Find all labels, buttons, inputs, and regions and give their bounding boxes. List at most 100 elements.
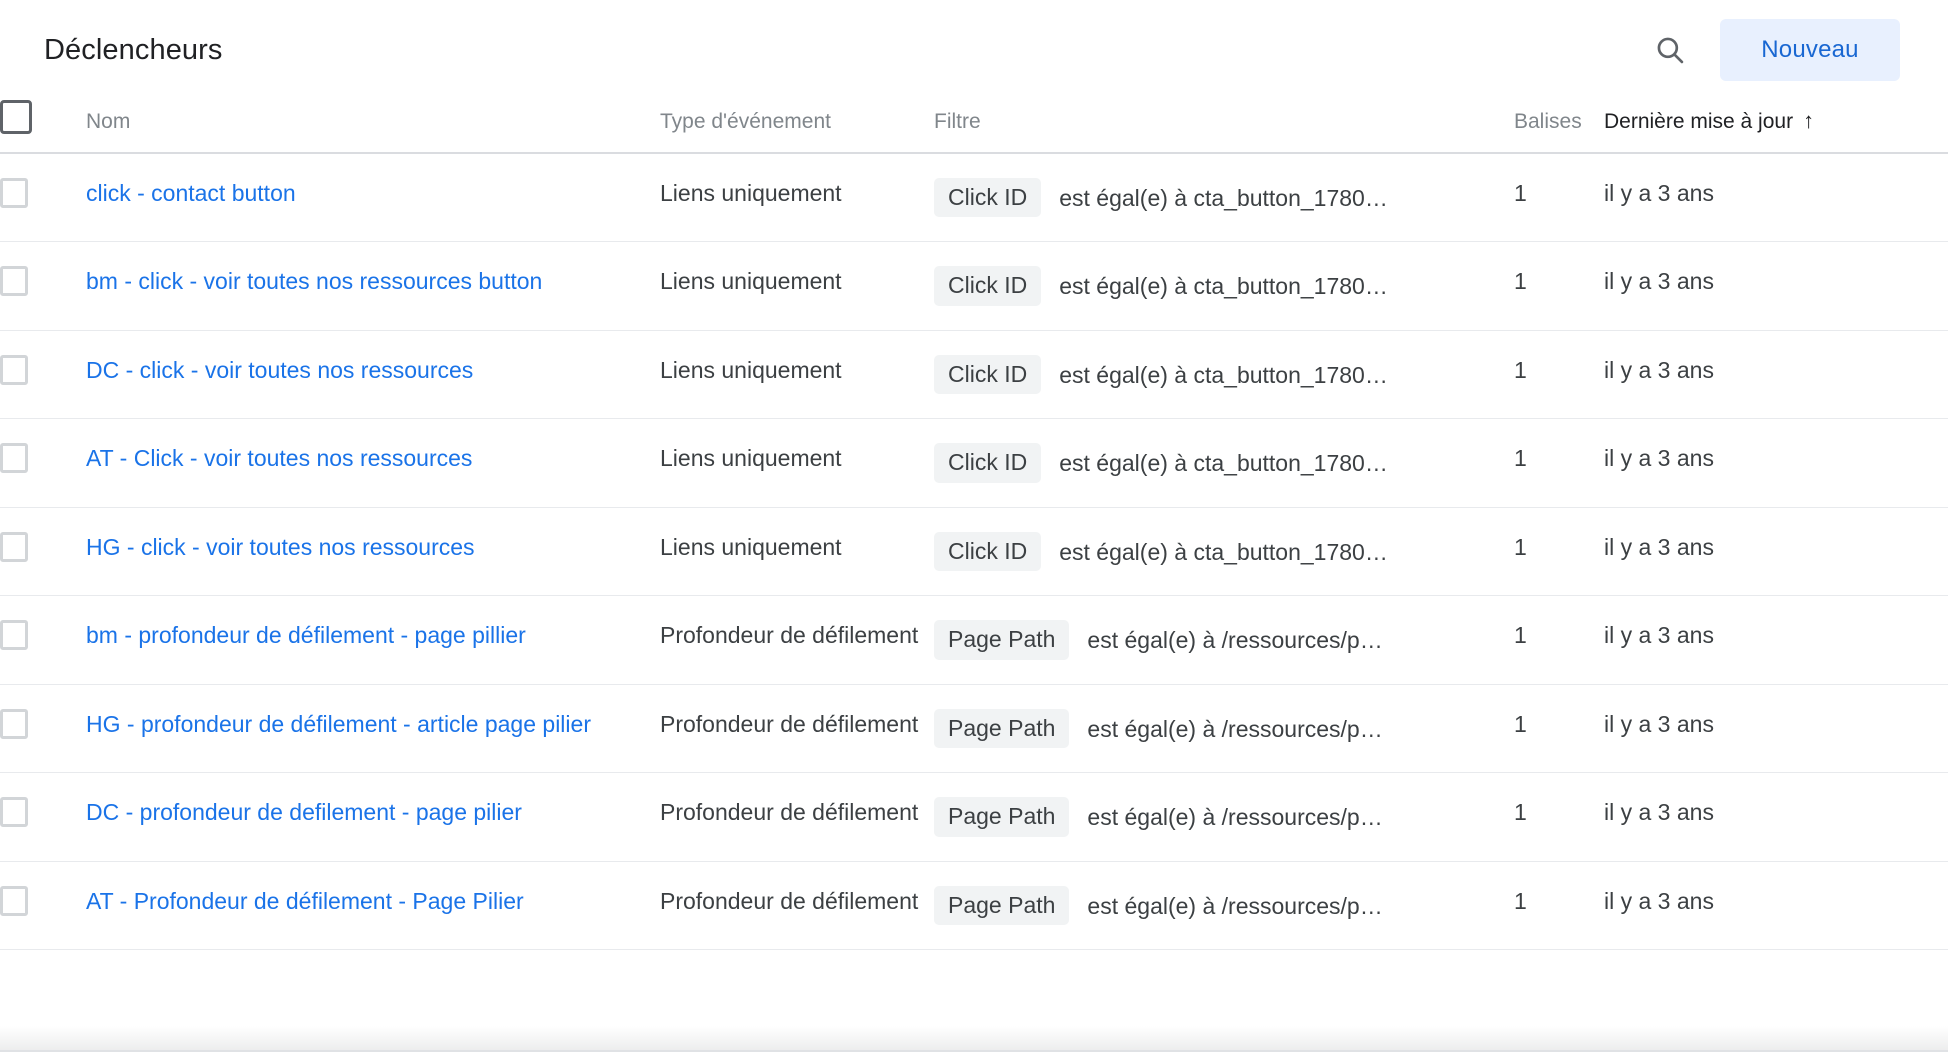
select-all-header bbox=[0, 100, 86, 154]
row-name-cell: DC - profondeur de defilement - page pil… bbox=[86, 772, 660, 862]
last-updated-value: il y a 3 ans bbox=[1604, 533, 1714, 560]
row-filter-cell: Click ID est égal(e) à cta_button_1780… bbox=[934, 330, 1514, 420]
filter-group: Click ID est égal(e) à cta_button_1780… bbox=[934, 266, 1514, 306]
trigger-name-link[interactable]: AT - Profondeur de défilement - Page Pil… bbox=[86, 888, 524, 914]
event-type-value: Liens uniquement bbox=[660, 533, 842, 560]
row-checkbox[interactable] bbox=[0, 620, 28, 651]
table-body: click - contact button Liens uniquement Cl… bbox=[0, 153, 1948, 950]
row-event-type-cell: Profondeur de défilement bbox=[660, 772, 934, 862]
last-updated-value: il y a 3 ans bbox=[1604, 356, 1714, 383]
tags-count: 1 bbox=[1514, 445, 1527, 472]
row-select-cell bbox=[0, 507, 86, 597]
column-header-tags[interactable]: Balises bbox=[1514, 100, 1604, 154]
row-event-type-cell: Liens uniquement bbox=[660, 330, 934, 420]
event-type-value: Profondeur de défilement bbox=[660, 622, 919, 649]
filter-group: Click ID est égal(e) à cta_button_1780… bbox=[934, 354, 1514, 395]
row-name-cell: click - contact button bbox=[86, 153, 660, 243]
row-name-cell: bm - profondeur de défilement - page pil… bbox=[86, 595, 660, 685]
trigger-name-link[interactable]: AT - Click - voir toutes nos ressources bbox=[86, 445, 472, 471]
event-type-value: Liens uniquement bbox=[660, 268, 842, 295]
filter-group: Page Path est égal(e) à /ressources/p… bbox=[934, 885, 1514, 925]
row-tags-cell: 1 bbox=[1514, 507, 1604, 597]
row-event-type-cell: Liens uniquement bbox=[660, 507, 934, 597]
filter-variable-chip: Click ID bbox=[934, 443, 1042, 483]
last-updated-value: il y a 3 ans bbox=[1604, 799, 1714, 826]
row-last-updated-cell: il y a 3 ans bbox=[1604, 330, 1948, 420]
row-name-cell: HG - profondeur de défilement - article … bbox=[86, 684, 660, 774]
event-type-value: Profondeur de défilement bbox=[660, 887, 919, 914]
column-header-last-updated-label: Dernière mise à jour bbox=[1604, 110, 1794, 133]
row-name-cell: AT - Profondeur de défilement - Page Pil… bbox=[86, 861, 660, 950]
row-checkbox[interactable] bbox=[0, 797, 28, 828]
row-filter-cell: Click ID est égal(e) à cta_button_1780… bbox=[934, 507, 1514, 597]
row-tags-cell: 1 bbox=[1514, 861, 1604, 950]
column-header-filter[interactable]: Filtre bbox=[934, 100, 1514, 154]
filter-condition-text: est égal(e) à cta_button_1780… bbox=[1059, 450, 1388, 477]
row-filter-cell: Page Path est égal(e) à /ressources/p… bbox=[934, 684, 1514, 774]
row-filter-cell: Page Path est égal(e) à /ressources/p… bbox=[934, 595, 1514, 685]
trigger-name-link[interactable]: click - contact button bbox=[86, 180, 296, 206]
scroll-shadow bbox=[0, 1026, 1948, 1052]
row-event-type-cell: Profondeur de défilement bbox=[660, 684, 934, 774]
table-row[interactable]: AT - Click - voir toutes nos ressources L… bbox=[0, 418, 1948, 508]
table-row[interactable]: click - contact button Liens uniquement Cl… bbox=[0, 153, 1948, 243]
table-row[interactable]: bm - click - voir toutes nos ressources … bbox=[0, 241, 1948, 331]
tags-count: 1 bbox=[1514, 887, 1527, 914]
row-checkbox[interactable] bbox=[0, 178, 28, 208]
row-checkbox[interactable] bbox=[0, 354, 28, 385]
row-filter-cell: Click ID est égal(e) à cta_button_1780… bbox=[934, 418, 1514, 508]
filter-group: Click ID est égal(e) à cta_button_1780… bbox=[934, 443, 1514, 483]
column-header-event-type[interactable]: Type d'événement bbox=[660, 100, 934, 154]
row-last-updated-cell: il y a 3 ans bbox=[1604, 507, 1948, 597]
tags-count: 1 bbox=[1514, 710, 1527, 737]
last-updated-value: il y a 3 ans bbox=[1604, 622, 1714, 649]
row-filter-cell: Page Path est égal(e) à /ressources/p… bbox=[934, 861, 1514, 950]
row-tags-cell: 1 bbox=[1514, 418, 1604, 508]
column-header-last-updated[interactable]: Dernière mise à jour ↑ bbox=[1604, 100, 1948, 154]
table-row[interactable]: HG - click - voir toutes nos ressources L… bbox=[0, 507, 1948, 597]
row-select-cell bbox=[0, 595, 86, 685]
row-tags-cell: 1 bbox=[1514, 684, 1604, 774]
table-row[interactable]: bm - profondeur de défilement - page pil… bbox=[0, 595, 1948, 685]
row-event-type-cell: Profondeur de défilement bbox=[660, 861, 934, 950]
table-row[interactable]: DC - click - voir toutes nos ressources L… bbox=[0, 330, 1948, 420]
row-tags-cell: 1 bbox=[1514, 153, 1604, 243]
search-button[interactable] bbox=[1642, 22, 1698, 78]
table-row[interactable]: HG - profondeur de défilement - article … bbox=[0, 684, 1948, 774]
trigger-name-link[interactable]: bm - click - voir toutes nos ressources … bbox=[86, 268, 542, 294]
row-filter-cell: Page Path est égal(e) à /ressources/p… bbox=[934, 772, 1514, 862]
event-type-value: Profondeur de défilement bbox=[660, 799, 919, 826]
row-event-type-cell: Liens uniquement bbox=[660, 418, 934, 508]
row-filter-cell: Click ID est égal(e) à cta_button_1780… bbox=[934, 153, 1514, 243]
table-row[interactable]: DC - profondeur de defilement - page pil… bbox=[0, 772, 1948, 862]
row-checkbox[interactable] bbox=[0, 885, 28, 916]
row-last-updated-cell: il y a 3 ans bbox=[1604, 772, 1948, 862]
row-checkbox[interactable] bbox=[0, 443, 28, 474]
page-header: Déclencheurs Nouveau bbox=[0, 0, 1948, 100]
row-filter-cell: Click ID est égal(e) à cta_button_1780… bbox=[934, 241, 1514, 331]
filter-group: Click ID est égal(e) à cta_button_1780… bbox=[934, 178, 1514, 218]
row-tags-cell: 1 bbox=[1514, 330, 1604, 420]
table-row[interactable]: AT - Profondeur de défilement - Page Pil… bbox=[0, 861, 1948, 950]
triggers-page: Déclencheurs Nouveau Nom Type d'événemen… bbox=[0, 0, 1948, 1052]
tags-count: 1 bbox=[1514, 356, 1527, 383]
row-checkbox[interactable] bbox=[0, 531, 28, 562]
column-header-name[interactable]: Nom bbox=[86, 100, 660, 154]
table-header: Nom Type d'événement Filtre Balises Dern… bbox=[0, 100, 1948, 154]
trigger-name-link[interactable]: HG - click - voir toutes nos ressources bbox=[86, 534, 475, 560]
row-last-updated-cell: il y a 3 ans bbox=[1604, 861, 1948, 950]
trigger-name-link[interactable]: bm - profondeur de défilement - page pil… bbox=[86, 622, 526, 648]
row-tags-cell: 1 bbox=[1514, 772, 1604, 862]
filter-variable-chip: Page Path bbox=[934, 620, 1070, 660]
filter-condition-text: est égal(e) à /ressources/p… bbox=[1087, 892, 1383, 919]
trigger-name-link[interactable]: DC - profondeur de defilement - page pil… bbox=[86, 799, 522, 825]
select-all-checkbox[interactable] bbox=[0, 100, 32, 134]
row-event-type-cell: Profondeur de défilement bbox=[660, 595, 934, 685]
trigger-name-link[interactable]: HG - profondeur de défilement - article … bbox=[86, 711, 591, 737]
new-trigger-button[interactable]: Nouveau bbox=[1720, 19, 1900, 81]
filter-condition-text: est égal(e) à cta_button_1780… bbox=[1059, 185, 1388, 211]
row-last-updated-cell: il y a 3 ans bbox=[1604, 684, 1948, 774]
trigger-name-link[interactable]: DC - click - voir toutes nos ressources bbox=[86, 357, 473, 383]
row-checkbox[interactable] bbox=[0, 266, 28, 297]
row-checkbox[interactable] bbox=[0, 708, 28, 739]
